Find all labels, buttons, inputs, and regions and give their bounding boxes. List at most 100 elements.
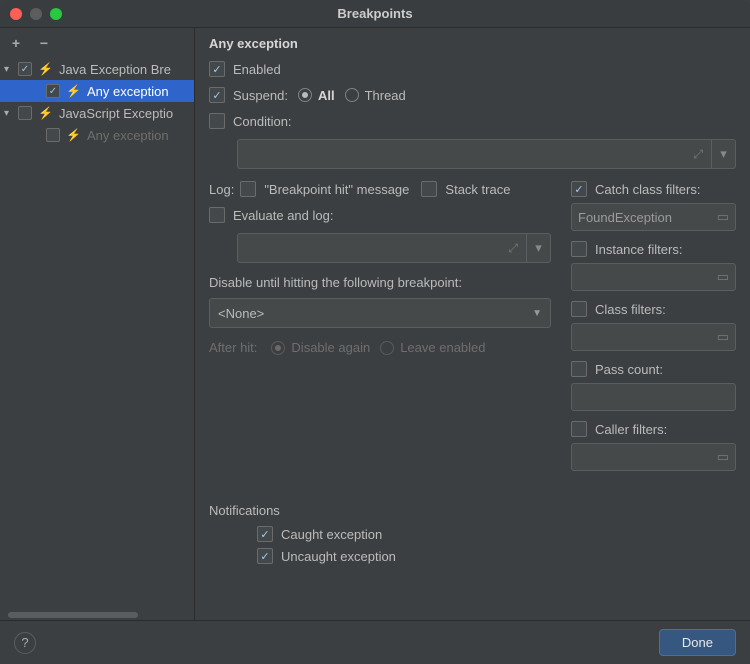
uncaught-row: Uncaught exception xyxy=(257,548,736,564)
enabled-label: Enabled xyxy=(233,62,281,77)
condition-checkbox[interactable] xyxy=(209,113,225,129)
uncaught-checkbox[interactable] xyxy=(257,548,273,564)
enabled-checkbox[interactable] xyxy=(209,61,225,77)
content: + − ▾⚡Java Exception Bre⚡Any exception▾⚡… xyxy=(0,28,750,620)
folder-icon[interactable]: ▭ xyxy=(717,269,729,285)
suspend-thread-radio[interactable] xyxy=(345,88,359,102)
eval-input[interactable]: ⤢ xyxy=(237,233,527,263)
caller-filter-row: Caller filters: xyxy=(571,421,736,437)
after-hit-row: After hit: Disable again Leave enabled xyxy=(209,340,551,355)
suspend-all-label: All xyxy=(318,88,335,103)
condition-history-button[interactable]: ▾ xyxy=(712,139,736,169)
suspend-all-radio[interactable] xyxy=(298,88,312,102)
horizontal-scrollbar[interactable] xyxy=(0,610,194,620)
bolt-icon: ⚡ xyxy=(38,62,53,76)
log-label: Log: xyxy=(209,182,234,197)
chevron-down-icon: ▼ xyxy=(532,308,542,319)
eval-field-wrap: ⤢ ▾ xyxy=(237,233,551,263)
instance-filter-input[interactable]: ▭ xyxy=(571,263,736,291)
caller-filter-input[interactable]: ▭ xyxy=(571,443,736,471)
chevron-icon[interactable]: ▾ xyxy=(4,64,16,75)
notifications-heading: Notifications xyxy=(209,503,736,518)
remove-breakpoint-button[interactable]: − xyxy=(36,35,52,51)
class-filter-checkbox[interactable] xyxy=(571,301,587,317)
condition-field-wrap: ⤢ ▾ xyxy=(237,139,736,169)
after-hit-leave-radio[interactable] xyxy=(380,341,394,355)
after-hit-disable-label: Disable again xyxy=(291,340,370,355)
folder-icon[interactable]: ▭ xyxy=(717,209,729,225)
bolt-icon: ⚡ xyxy=(38,106,53,120)
maximize-window-button[interactable] xyxy=(50,8,62,20)
tree-item-checkbox[interactable] xyxy=(18,62,32,76)
log-bphit-checkbox[interactable] xyxy=(240,181,256,197)
log-bphit-label: "Breakpoint hit" message xyxy=(264,182,409,197)
condition-label: Condition: xyxy=(233,114,292,129)
eval-history-button[interactable]: ▾ xyxy=(527,233,551,263)
log-stack-checkbox[interactable] xyxy=(421,181,437,197)
caller-filter-checkbox[interactable] xyxy=(571,421,587,437)
help-button[interactable]: ? xyxy=(14,632,36,654)
catch-filter-checkbox[interactable] xyxy=(571,181,587,197)
after-hit-leave-label: Leave enabled xyxy=(400,340,485,355)
caught-label: Caught exception xyxy=(281,527,382,542)
instance-filter-label: Instance filters: xyxy=(595,242,682,257)
traffic-lights xyxy=(0,8,62,20)
pass-count-checkbox[interactable] xyxy=(571,361,587,377)
instance-filter-row: Instance filters: xyxy=(571,241,736,257)
folder-icon[interactable]: ▭ xyxy=(717,329,729,345)
tree-item-2[interactable]: ▾ ⚡ JavaScript Exceptio xyxy=(0,102,194,124)
disable-until-value: <None> xyxy=(218,306,264,321)
minimize-window-button[interactable] xyxy=(30,8,42,20)
caught-checkbox[interactable] xyxy=(257,526,273,542)
eval-checkbox[interactable] xyxy=(209,207,225,223)
tree-item-3[interactable]: ⚡Any exception xyxy=(0,124,194,146)
tree-item-1[interactable]: ⚡Any exception xyxy=(0,80,194,102)
catch-filter-input[interactable]: FoundException ▭ xyxy=(571,203,736,231)
done-button[interactable]: Done xyxy=(659,629,736,656)
uncaught-label: Uncaught exception xyxy=(281,549,396,564)
class-filter-input[interactable]: ▭ xyxy=(571,323,736,351)
caught-row: Caught exception xyxy=(257,526,736,542)
condition-input[interactable]: ⤢ xyxy=(237,139,712,169)
detail-heading: Any exception xyxy=(209,36,736,51)
catch-filter-value: FoundException xyxy=(578,210,672,225)
log-stack-label: Stack trace xyxy=(445,182,510,197)
tree-item-checkbox[interactable] xyxy=(18,106,32,120)
eval-row: Evaluate and log: xyxy=(209,207,551,223)
tree-item-checkbox[interactable] xyxy=(46,84,60,98)
suspend-checkbox[interactable] xyxy=(209,87,225,103)
bolt-icon: ⚡ xyxy=(66,84,81,98)
sidebar-toolbar: + − xyxy=(0,28,194,58)
pass-count-input[interactable] xyxy=(571,383,736,411)
disable-until-label: Disable until hitting the following brea… xyxy=(209,275,551,290)
tree-item-label: JavaScript Exceptio xyxy=(59,106,173,121)
chevron-icon[interactable]: ▾ xyxy=(4,108,16,119)
scrollbar-thumb[interactable] xyxy=(8,612,138,618)
catch-filter-label: Catch class filters: xyxy=(595,182,700,197)
breakpoint-tree: ▾ ⚡ Java Exception Bre ⚡Any exception ▾ ⚡ Java… xyxy=(0,58,194,610)
caller-filter-label: Caller filters: xyxy=(595,422,667,437)
suspend-row: Suspend: All Thread xyxy=(209,87,736,103)
footer: ? Done xyxy=(0,620,750,664)
catch-filter-row: Catch class filters: xyxy=(571,181,736,197)
tree-item-label: Java Exception Bre xyxy=(59,62,171,77)
close-window-button[interactable] xyxy=(10,8,22,20)
tree-item-checkbox[interactable] xyxy=(46,128,60,142)
detail-panel: Any exception Enabled Suspend: All Threa… xyxy=(195,28,750,620)
bolt-icon: ⚡ xyxy=(66,128,81,142)
disable-until-select[interactable]: <None> ▼ xyxy=(209,298,551,328)
pass-count-row: Pass count: xyxy=(571,361,736,377)
tree-item-0[interactable]: ▾ ⚡ Java Exception Bre xyxy=(0,58,194,80)
sidebar: + − ▾ ⚡ Java Exception Bre ⚡Any exception ▾ ⚡… xyxy=(0,28,195,620)
folder-icon[interactable]: ▭ xyxy=(717,449,729,465)
condition-row: Condition: xyxy=(209,113,736,129)
eval-label: Evaluate and log: xyxy=(233,208,333,223)
enabled-row: Enabled xyxy=(209,61,736,77)
expand-icon[interactable]: ⤢ xyxy=(508,241,518,256)
after-hit-disable-radio[interactable] xyxy=(271,341,285,355)
log-row: Log: "Breakpoint hit" message Stack trac… xyxy=(209,181,551,197)
instance-filter-checkbox[interactable] xyxy=(571,241,587,257)
add-breakpoint-button[interactable]: + xyxy=(8,35,24,51)
titlebar: Breakpoints xyxy=(0,0,750,28)
expand-icon[interactable]: ⤢ xyxy=(693,147,703,162)
